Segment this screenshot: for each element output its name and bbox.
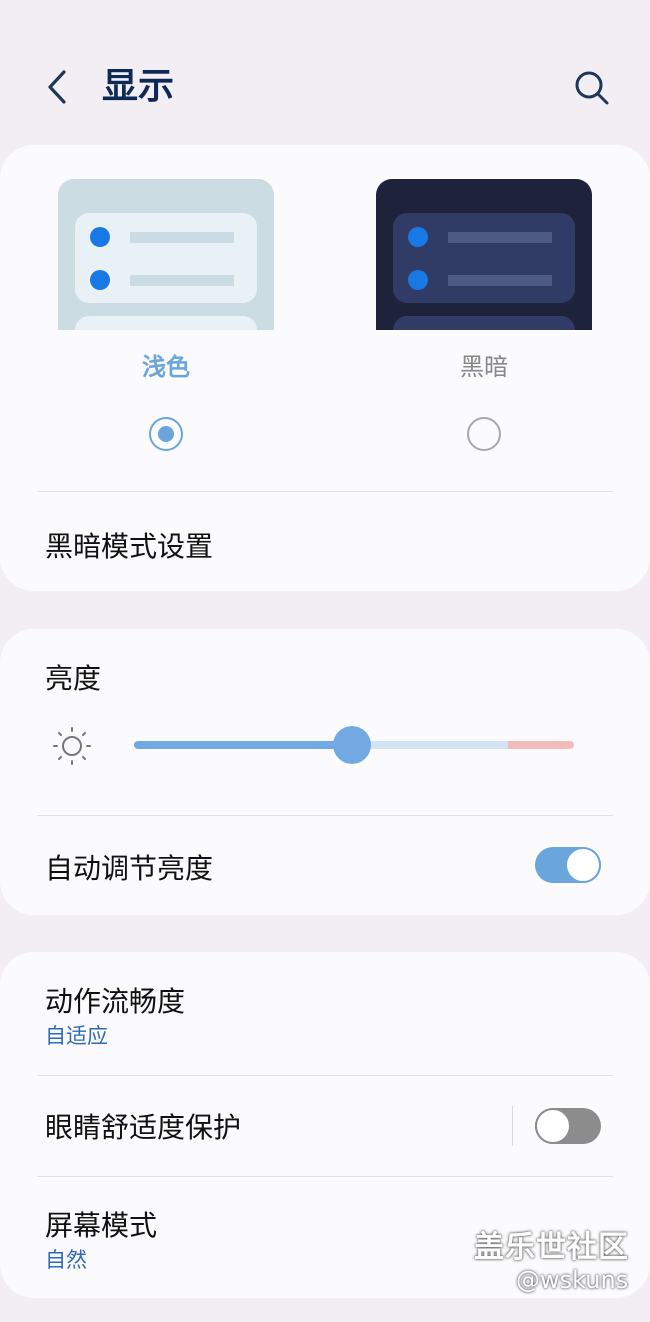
divider: [37, 1176, 613, 1177]
light-theme-label[interactable]: 浅色: [58, 347, 274, 382]
sun-icon: [53, 727, 91, 765]
eye-comfort-toggle[interactable]: [535, 1108, 601, 1144]
preview-panel: [393, 213, 575, 303]
page-title: 显示: [102, 66, 175, 107]
slider-track: [352, 741, 508, 749]
auto-brightness-toggle[interactable]: [535, 847, 601, 883]
watermark-community: 盖乐世社区: [474, 1230, 629, 1265]
slider-thumb[interactable]: [333, 726, 371, 764]
brightness-label: 亮度: [45, 662, 102, 695]
preview-dot: [90, 227, 110, 247]
dark-theme-radio[interactable]: [467, 417, 501, 451]
dark-theme-preview[interactable]: [376, 179, 592, 330]
preview-panel: [75, 213, 257, 303]
preview-line: [448, 232, 552, 243]
app-bar: 显示: [0, 0, 650, 140]
toggle-knob: [535, 1108, 571, 1144]
theme-card: 浅色 黑暗 黑暗模式设置: [0, 145, 650, 591]
preview-dot: [408, 227, 428, 247]
preview-dot: [90, 270, 110, 290]
preview-line: [448, 275, 552, 286]
vertical-separator: [512, 1106, 513, 1146]
motion-smoothness-item[interactable]: 动作流畅度: [45, 980, 185, 1020]
back-button[interactable]: [38, 62, 78, 112]
dark-theme-label[interactable]: 黑暗: [376, 347, 592, 382]
preview-dot: [408, 270, 428, 290]
preview-panel: [393, 316, 575, 330]
brightness-slider[interactable]: [134, 726, 574, 764]
preview-panel: [75, 316, 257, 330]
slider-high-zone: [508, 741, 574, 749]
preview-line: [130, 232, 234, 243]
divider: [37, 1075, 613, 1076]
auto-brightness-label[interactable]: 自动调节亮度: [45, 847, 213, 887]
toggle-knob: [565, 847, 601, 883]
search-icon: [575, 71, 609, 105]
dark-mode-settings-item[interactable]: 黑暗模式设置: [45, 525, 213, 565]
eye-comfort-item[interactable]: 眼睛舒适度保护: [45, 1106, 241, 1146]
brightness-card: 亮度 自动调节亮度: [0, 629, 650, 915]
light-theme-preview[interactable]: [58, 179, 274, 330]
preview-line: [130, 275, 234, 286]
divider: [37, 491, 613, 492]
slider-fill: [134, 741, 352, 749]
motion-smoothness-value: 自适应: [45, 1024, 108, 1048]
screen-mode-value: 自然: [45, 1248, 87, 1272]
chevron-left-icon: [48, 70, 66, 104]
watermark-user: @wskuns: [516, 1266, 629, 1294]
light-theme-radio[interactable]: [149, 417, 183, 451]
screen-mode-item[interactable]: 屏幕模式: [45, 1204, 157, 1244]
search-button[interactable]: [568, 64, 614, 110]
divider: [37, 815, 613, 816]
